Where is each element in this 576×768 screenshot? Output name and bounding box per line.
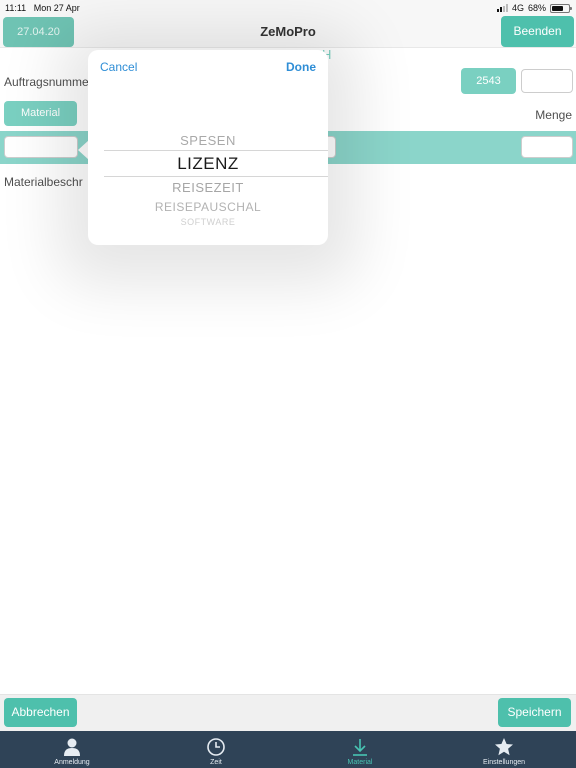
tab-anmeldung[interactable]: Anmeldung — [0, 731, 144, 768]
person-icon — [64, 738, 80, 756]
network-type: 4G — [511, 3, 524, 13]
star-icon — [495, 738, 513, 756]
end-button[interactable]: Beenden — [501, 16, 574, 47]
tab-label: Material — [347, 759, 373, 766]
picker-option[interactable]: REISEZEIT — [88, 180, 328, 195]
tab-material[interactable]: Material — [288, 731, 432, 768]
tab-einstellungen[interactable]: Einstellungen — [432, 731, 576, 768]
status-bar: 11:11 Mon 27 Apr 4G 68% — [0, 0, 576, 16]
picker-option[interactable]: SPESEN — [88, 133, 328, 148]
picker-wheel[interactable]: SPESEN LIZENZ REISEZEIT REISEPAUSCHAL SO… — [88, 82, 328, 245]
clock-icon — [207, 738, 225, 756]
picker-selection-line-bottom — [104, 176, 328, 177]
picker-selection-line-top — [104, 150, 328, 151]
tab-bar: Anmeldung Zeit Material Einstellungen — [0, 731, 576, 768]
tab-zeit[interactable]: Zeit — [144, 731, 288, 768]
cancel-button[interactable]: Abbrechen — [4, 698, 77, 727]
status-time: 11:11 — [5, 3, 27, 13]
picker-option[interactable]: SOFTWARE — [88, 217, 328, 227]
download-icon — [353, 739, 367, 756]
status-date: Mon 27 Apr — [33, 3, 80, 13]
nav-bar: ZeMoPro 27.04.20 Beenden — [0, 16, 576, 48]
picker-option-selected[interactable]: LIZENZ — [88, 154, 328, 174]
tab-label: Einstellungen — [482, 759, 526, 766]
page-title: ZeMoPro — [260, 24, 316, 39]
tab-label: Anmeldung — [54, 759, 90, 766]
picker-cancel-button[interactable]: Cancel — [100, 60, 137, 74]
signal-icon — [496, 4, 508, 12]
picker-done-button[interactable]: Done — [286, 60, 316, 74]
battery-icon — [550, 3, 572, 13]
bottom-action-bar: Abbrechen Speichern — [0, 694, 576, 731]
battery-percent: 68% — [527, 3, 546, 13]
tab-label: Zeit — [210, 759, 222, 766]
status-time-date: 11:11 Mon 27 Apr — [5, 3, 80, 13]
picker-popover: Cancel Done SPESEN LIZENZ REISEZEIT REIS… — [88, 50, 328, 245]
status-indicators: 4G 68% — [496, 3, 572, 13]
picker-toolbar: Cancel Done — [88, 50, 328, 82]
save-button[interactable]: Speichern — [498, 698, 571, 727]
date-button[interactable]: 27.04.20 — [3, 17, 74, 47]
picker-option[interactable]: REISEPAUSCHAL — [88, 200, 328, 214]
battery-fill — [552, 5, 564, 11]
